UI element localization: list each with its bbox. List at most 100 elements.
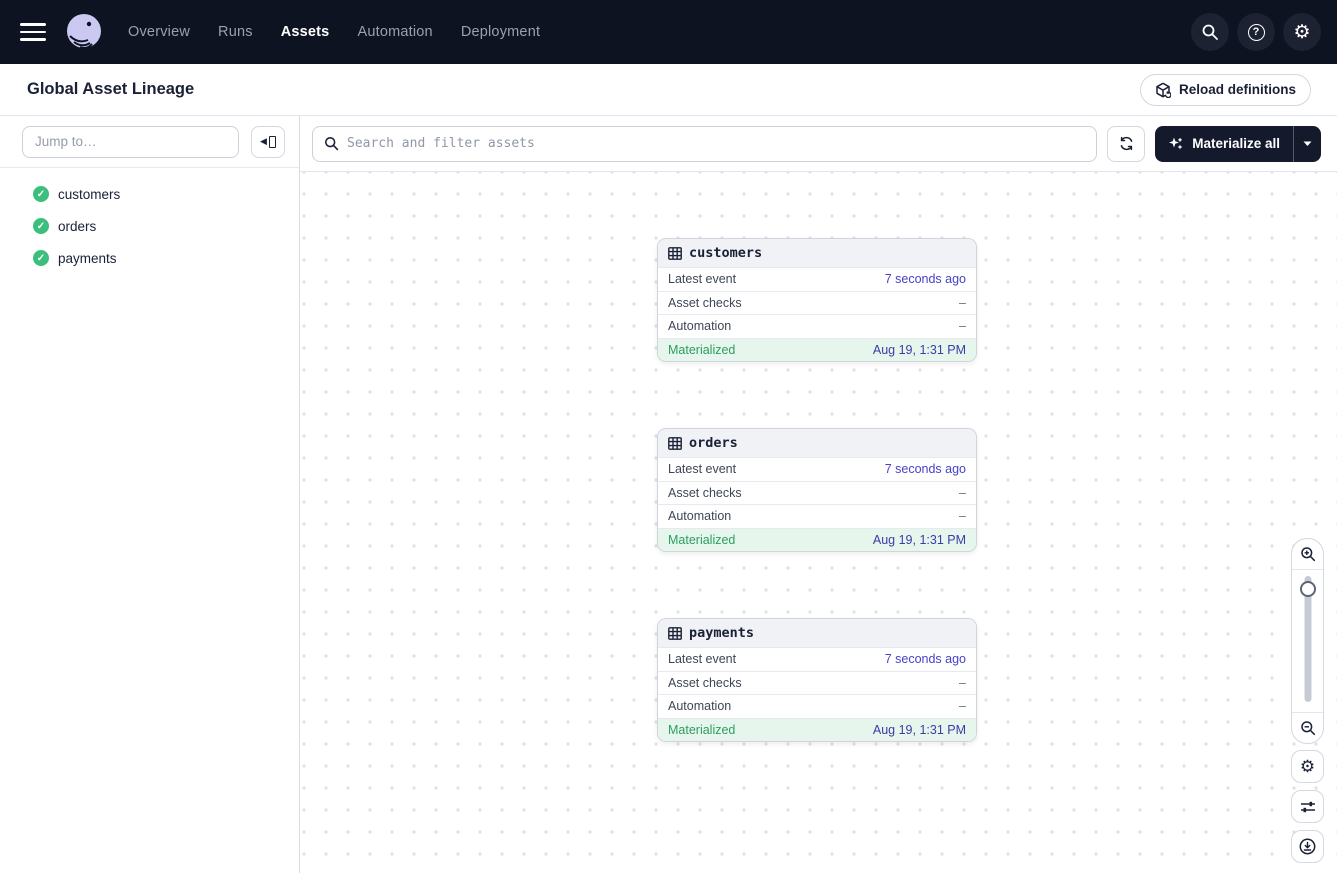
latest-event-link[interactable]: 7 seconds ago	[885, 462, 966, 476]
row-label: Latest event	[668, 652, 736, 666]
asset-node-title: payments	[689, 625, 754, 641]
row-value: –	[959, 486, 966, 500]
primary-nav: Overview Runs Assets Automation Deployme…	[128, 24, 540, 40]
asset-node-orders[interactable]: orders Latest event 7 seconds ago Asset …	[657, 428, 977, 552]
refresh-icon[interactable]	[1107, 126, 1145, 162]
asset-node-title: orders	[689, 435, 738, 451]
status-badge: Materialized	[668, 533, 735, 547]
graph-filters-icon[interactable]	[1291, 790, 1324, 823]
row-label: Asset checks	[668, 486, 742, 500]
jump-to-input[interactable]	[22, 126, 239, 158]
row-value: –	[959, 319, 966, 333]
zoom-in-icon[interactable]	[1292, 539, 1323, 569]
zoom-control-panel	[1291, 538, 1324, 744]
materialize-all-label: Materialize all	[1192, 136, 1280, 151]
zoom-slider	[1292, 570, 1323, 712]
row-value: –	[959, 509, 966, 523]
nav-item-runs[interactable]: Runs	[218, 24, 253, 40]
dagster-logo[interactable]	[64, 12, 104, 52]
row-label: Latest event	[668, 272, 736, 286]
navbar-actions: ? ⚙	[1191, 13, 1321, 51]
top-navbar: Overview Runs Assets Automation Deployme…	[0, 0, 1337, 64]
main-content: ◀ ✓ customers ✓ orders ✓ payments	[0, 116, 1337, 873]
sparkle-icon	[1168, 136, 1184, 152]
materialize-dropdown-caret-icon[interactable]	[1294, 126, 1321, 162]
lineage-graph-panel: Materialize all customers Latest event	[300, 116, 1337, 873]
table-grid-icon	[668, 627, 682, 640]
materialized-timestamp-link[interactable]: Aug 19, 1:31 PM	[873, 533, 966, 547]
asset-name: customers	[58, 187, 120, 202]
node-row-materialized: Materialized Aug 19, 1:31 PM	[658, 338, 976, 362]
sidebar-item-payments[interactable]: ✓ payments	[0, 242, 299, 274]
zoom-out-icon[interactable]	[1292, 713, 1323, 743]
sidebar-toolbar: ◀	[0, 116, 299, 168]
zoom-slider-knob[interactable]	[1300, 581, 1316, 597]
materialized-timestamp-link[interactable]: Aug 19, 1:31 PM	[873, 343, 966, 357]
materialize-all-split-button: Materialize all	[1155, 126, 1321, 162]
node-row-latest-event: Latest event 7 seconds ago	[658, 457, 976, 481]
node-row-automation: Automation –	[658, 314, 976, 338]
help-icon[interactable]: ?	[1237, 13, 1275, 51]
collapse-panel-icon[interactable]: ◀	[251, 126, 285, 158]
search-icon[interactable]	[1191, 13, 1229, 51]
sidebar-item-customers[interactable]: ✓ customers	[0, 178, 299, 210]
asset-name: payments	[58, 251, 117, 266]
reload-cube-icon	[1155, 82, 1171, 98]
reload-definitions-button[interactable]: Reload definitions	[1140, 74, 1311, 106]
nav-item-automation[interactable]: Automation	[357, 24, 432, 40]
settings-gear-icon[interactable]: ⚙	[1283, 13, 1321, 51]
nav-item-overview[interactable]: Overview	[128, 24, 190, 40]
asset-name: orders	[58, 219, 96, 234]
latest-event-link[interactable]: 7 seconds ago	[885, 652, 966, 666]
menu-hamburger-icon[interactable]	[20, 23, 46, 41]
node-row-latest-event: Latest event 7 seconds ago	[658, 647, 976, 671]
node-row-asset-checks: Asset checks –	[658, 671, 976, 695]
search-icon	[324, 136, 339, 151]
materialized-check-icon: ✓	[33, 250, 49, 266]
export-download-icon[interactable]	[1291, 830, 1324, 863]
row-label: Automation	[668, 699, 731, 713]
asset-node-customers[interactable]: customers Latest event 7 seconds ago Ass…	[657, 238, 977, 362]
node-row-materialized: Materialized Aug 19, 1:31 PM	[658, 718, 976, 742]
nav-item-deployment[interactable]: Deployment	[461, 24, 540, 40]
asset-sidebar: ◀ ✓ customers ✓ orders ✓ payments	[0, 116, 300, 873]
search-assets-input[interactable]	[347, 136, 1085, 151]
page-header: Global Asset Lineage Reload definitions	[0, 64, 1337, 116]
gear-glyph: ⚙	[1293, 23, 1310, 42]
node-row-latest-event: Latest event 7 seconds ago	[658, 267, 976, 291]
row-label: Automation	[668, 319, 731, 333]
row-label: Asset checks	[668, 676, 742, 690]
sidebar-item-orders[interactable]: ✓ orders	[0, 210, 299, 242]
node-row-automation: Automation –	[658, 504, 976, 528]
page-title: Global Asset Lineage	[27, 80, 194, 99]
row-value: –	[959, 699, 966, 713]
asset-node-title: customers	[689, 245, 762, 261]
node-row-automation: Automation –	[658, 694, 976, 718]
row-value: –	[959, 296, 966, 310]
materialized-check-icon: ✓	[33, 218, 49, 234]
graph-settings-gear-icon[interactable]: ⚙	[1291, 750, 1324, 783]
gear-glyph: ⚙	[1300, 757, 1315, 777]
asset-node-payments[interactable]: payments Latest event 7 seconds ago Asse…	[657, 618, 977, 742]
status-badge: Materialized	[668, 723, 735, 737]
node-row-materialized: Materialized Aug 19, 1:31 PM	[658, 528, 976, 552]
collapse-rect-glyph	[269, 136, 276, 148]
latest-event-link[interactable]: 7 seconds ago	[885, 272, 966, 286]
materialized-timestamp-link[interactable]: Aug 19, 1:31 PM	[873, 723, 966, 737]
collapse-triangle-glyph: ◀	[260, 137, 267, 146]
reload-definitions-label: Reload definitions	[1179, 82, 1296, 97]
row-label: Latest event	[668, 462, 736, 476]
row-value: –	[959, 676, 966, 690]
asset-search-box	[312, 126, 1097, 162]
table-grid-icon	[668, 437, 682, 450]
row-label: Automation	[668, 509, 731, 523]
nav-item-assets[interactable]: Assets	[281, 24, 330, 40]
row-label: Asset checks	[668, 296, 742, 310]
lineage-canvas[interactable]: customers Latest event 7 seconds ago Ass…	[300, 172, 1337, 873]
materialize-all-button[interactable]: Materialize all	[1155, 126, 1293, 162]
node-row-asset-checks: Asset checks –	[658, 291, 976, 315]
table-grid-icon	[668, 247, 682, 260]
asset-list: ✓ customers ✓ orders ✓ payments	[0, 168, 299, 274]
graph-toolbar: Materialize all	[300, 116, 1337, 172]
help-glyph: ?	[1248, 24, 1265, 41]
